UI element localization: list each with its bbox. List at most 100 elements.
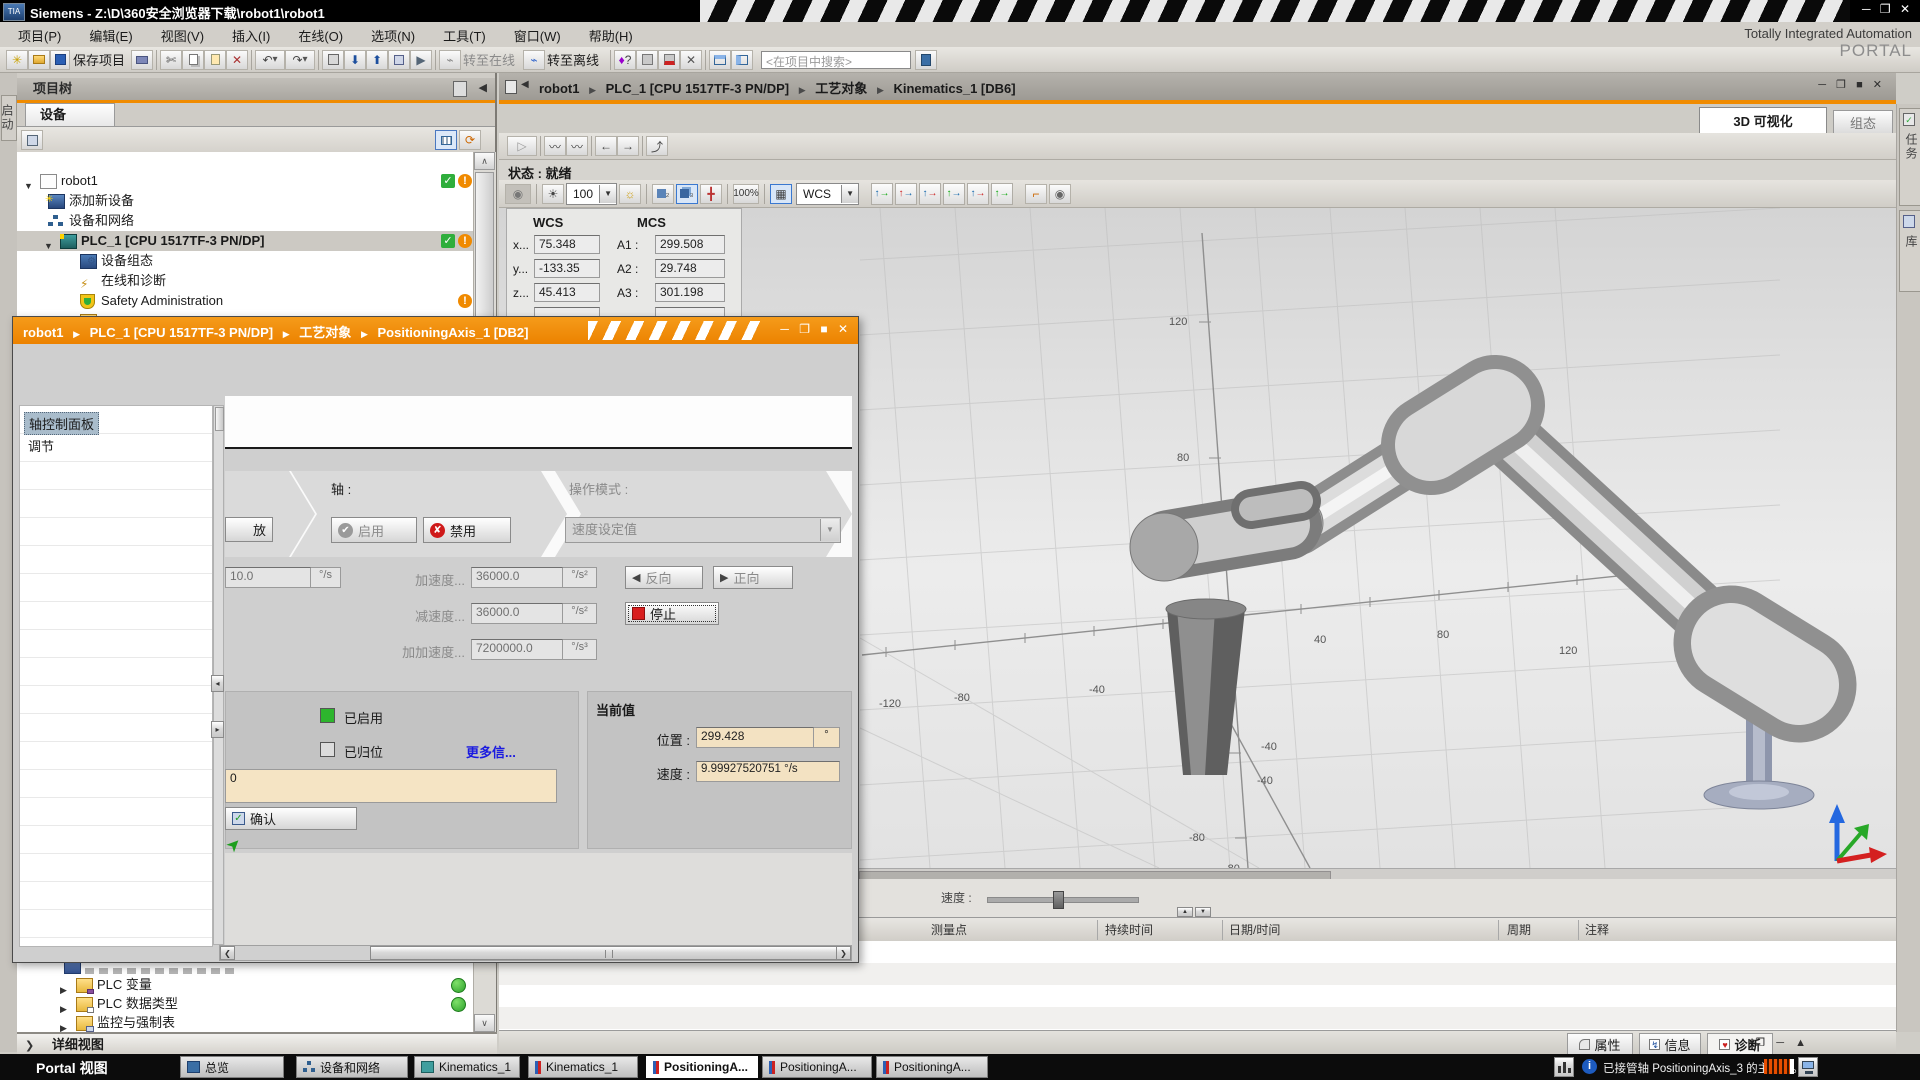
tree-label[interactable]: 监控与强制表 — [97, 1013, 175, 1033]
crumb-techobjects[interactable]: 工艺对象 — [815, 81, 867, 96]
crumb-kinematics[interactable]: Kinematics_1 [DB6] — [893, 81, 1015, 96]
search-input[interactable]: <在项目中搜索> — [761, 51, 911, 69]
collapse-left-icon[interactable]: ◀ — [521, 79, 529, 90]
pin-icon[interactable] — [453, 81, 467, 97]
detail-expand-icon[interactable]: ❯ — [25, 1040, 34, 1052]
editor-maximize-icon[interactable]: ■ — [1856, 79, 1863, 91]
devices-tab[interactable]: 设备 — [25, 103, 115, 126]
start-cpu-icon[interactable] — [388, 50, 410, 70]
zoom-select[interactable]: 100 ▼ — [566, 183, 617, 205]
mcs-a2-field[interactable]: 29.748 — [655, 259, 725, 278]
refresh-icon[interactable]: ⟳ — [459, 130, 481, 150]
dialog-title-bar[interactable]: robot1 ▶ PLC_1 [CPU 1517TF-3 PN/DP] ▶ 工艺… — [13, 317, 858, 344]
nav-tuning[interactable]: 调节 — [28, 436, 54, 455]
split-horizontal-icon[interactable] — [709, 50, 731, 70]
save-icon[interactable] — [50, 50, 70, 70]
inspector-minimize-icon[interactable]: ─ — [1776, 1037, 1784, 1049]
view-2d-icon[interactable]: ₂ — [652, 184, 674, 204]
view-yx-icon[interactable]: ↑→ — [967, 183, 989, 205]
tree-row-safety[interactable]: Safety Administration ! — [17, 291, 473, 311]
print-icon[interactable] — [131, 50, 153, 70]
go-online-label[interactable]: 转至在线 — [463, 50, 515, 69]
undo-icon[interactable]: ↶▾ — [255, 50, 285, 70]
menu-window[interactable]: 窗口(W) — [514, 26, 561, 45]
hscroll-left-icon[interactable]: ❮ — [220, 946, 235, 960]
status-chart-icon[interactable] — [1554, 1057, 1574, 1077]
dialog-crumb-axis[interactable]: PositioningAxis_1 [DB2] — [377, 325, 528, 340]
menu-insert[interactable]: 插入(I) — [232, 26, 270, 45]
stop-cpu-icon[interactable]: ▶ — [410, 50, 432, 70]
go-online-icon[interactable]: ⌁ — [439, 50, 461, 70]
dialog-maximize-icon[interactable]: ■ — [820, 322, 827, 336]
download-icon[interactable]: ⬇ — [344, 50, 366, 70]
libraries-tab[interactable]: 库 — [1899, 210, 1920, 292]
tree-scroll-down-icon[interactable]: ∨ — [474, 1014, 495, 1032]
tab-properties[interactable]: 属性 — [1567, 1033, 1633, 1055]
velocity-field[interactable]: 10.0 — [225, 567, 311, 588]
taskbar-overview-button[interactable]: 总览 — [180, 1056, 284, 1078]
window-restore-button[interactable]: ❐ — [1880, 2, 1891, 16]
taskbar-kinematics-to-button[interactable]: Kinematics_1 — [528, 1056, 638, 1078]
redo-icon[interactable]: ↷▾ — [285, 50, 315, 70]
view-yz-icon[interactable]: ↑→ — [943, 183, 965, 205]
jog-backward-button[interactable]: ◀ 反向 — [625, 566, 703, 589]
taskbar-devices-networks-button[interactable]: 设备和网络 — [296, 1056, 408, 1078]
acknowledge-button[interactable]: ✓ 确认 — [225, 807, 357, 830]
col-comment[interactable]: 注释 — [1585, 918, 1609, 942]
wcs-x-field[interactable]: 75.348 — [534, 235, 600, 254]
tree-label[interactable]: PLC 变量 — [97, 975, 152, 995]
tree-row-devices-networks[interactable]: 设备和网络 — [17, 211, 473, 231]
nav-axis-control-panel[interactable]: 轴控制面板 — [24, 412, 99, 435]
col-measuring-point[interactable]: 测量点 — [931, 918, 967, 942]
editor-minimize-icon[interactable]: ─ — [1818, 79, 1826, 91]
tab-info[interactable]: ↯ 信息 — [1639, 1033, 1701, 1055]
float-icon[interactable] — [505, 80, 517, 94]
paste-icon[interactable] — [204, 50, 226, 70]
pane-collapse-down-icon[interactable]: ▼ — [1195, 907, 1211, 917]
tree-label[interactable]: 在线和诊断 — [101, 271, 166, 291]
cross-reference-icon[interactable]: ✕ — [680, 50, 702, 70]
pane-collapse-up-icon[interactable]: ▲ — [1177, 907, 1193, 917]
tree-row-plc[interactable]: ▼ PLC_1 [CPU 1517TF-3 PN/DP] ✓ ! — [17, 231, 473, 251]
dialog-nav-scroll-thumb[interactable] — [215, 407, 224, 431]
tree-row-add-device[interactable]: ✳ 添加新设备 — [17, 191, 473, 211]
go-offline-label[interactable]: 转至离线 — [547, 50, 599, 69]
menu-project[interactable]: 项目(P) — [18, 26, 61, 45]
menu-view[interactable]: 视图(V) — [161, 26, 204, 45]
speed-slider-handle[interactable] — [1053, 891, 1064, 909]
accessible-devices-icon[interactable] — [636, 50, 658, 70]
save-project-label[interactable]: 保存项目 — [73, 50, 125, 69]
grid-toggle-icon[interactable]: ▦ — [770, 184, 792, 204]
tree-label[interactable]: PLC_1 [CPU 1517TF-3 PN/DP] — [81, 231, 265, 251]
menu-options[interactable]: 选项(N) — [371, 26, 415, 45]
tree-label[interactable]: 设备和网络 — [69, 211, 134, 231]
menu-online[interactable]: 在线(O) — [298, 26, 343, 45]
tree-label[interactable]: PLC 数据类型 — [97, 994, 178, 1014]
editor-float-icon[interactable]: ❐ — [1836, 79, 1846, 91]
tree-label[interactable]: 添加新设备 — [69, 191, 134, 211]
crumb-plc[interactable]: PLC_1 [CPU 1517TF-3 PN/DP] — [606, 81, 790, 96]
zoom-dropdown-icon[interactable]: ▼ — [599, 185, 616, 203]
robot-pose-icon[interactable]: ⌐ — [1025, 184, 1047, 204]
taskbar-positioning2-button[interactable]: PositioningA... — [762, 1056, 872, 1078]
more-info-link[interactable]: 更多信... — [466, 742, 516, 761]
zoom-100-icon[interactable]: 100% — [733, 184, 759, 204]
dialog-hscrollbar[interactable]: ❮ ❯ — [219, 945, 852, 961]
step-back-icon[interactable]: ← — [595, 136, 617, 156]
global-find-icon[interactable] — [915, 50, 937, 70]
deceleration-field[interactable]: 36000.0 — [471, 603, 563, 624]
brightness-light-icon[interactable]: ☼ — [619, 184, 641, 204]
tree-row-plc-datatypes[interactable]: ▶ PLC 数据类型 — [17, 994, 473, 1014]
hscroll-thumb[interactable] — [370, 946, 840, 960]
splitter-collapse-left-icon[interactable]: ◂ — [211, 675, 224, 692]
dialog-minimize-icon[interactable]: ─ — [780, 322, 789, 336]
stop-button[interactable]: 停止 — [625, 602, 719, 625]
dialog-close-icon[interactable]: ✕ — [838, 322, 848, 336]
cs-dropdown-icon[interactable]: ▼ — [841, 185, 858, 203]
crumb-project[interactable]: robot1 — [539, 81, 579, 96]
axis-enable-button[interactable]: ✔ 启用 — [331, 517, 417, 543]
menu-help[interactable]: 帮助(H) — [589, 26, 633, 45]
tree-scroll-up-icon[interactable]: ∧ — [474, 152, 495, 170]
master-control-release-button[interactable]: 放 — [225, 517, 273, 542]
view-xy-icon[interactable]: ↑→ — [991, 183, 1013, 205]
